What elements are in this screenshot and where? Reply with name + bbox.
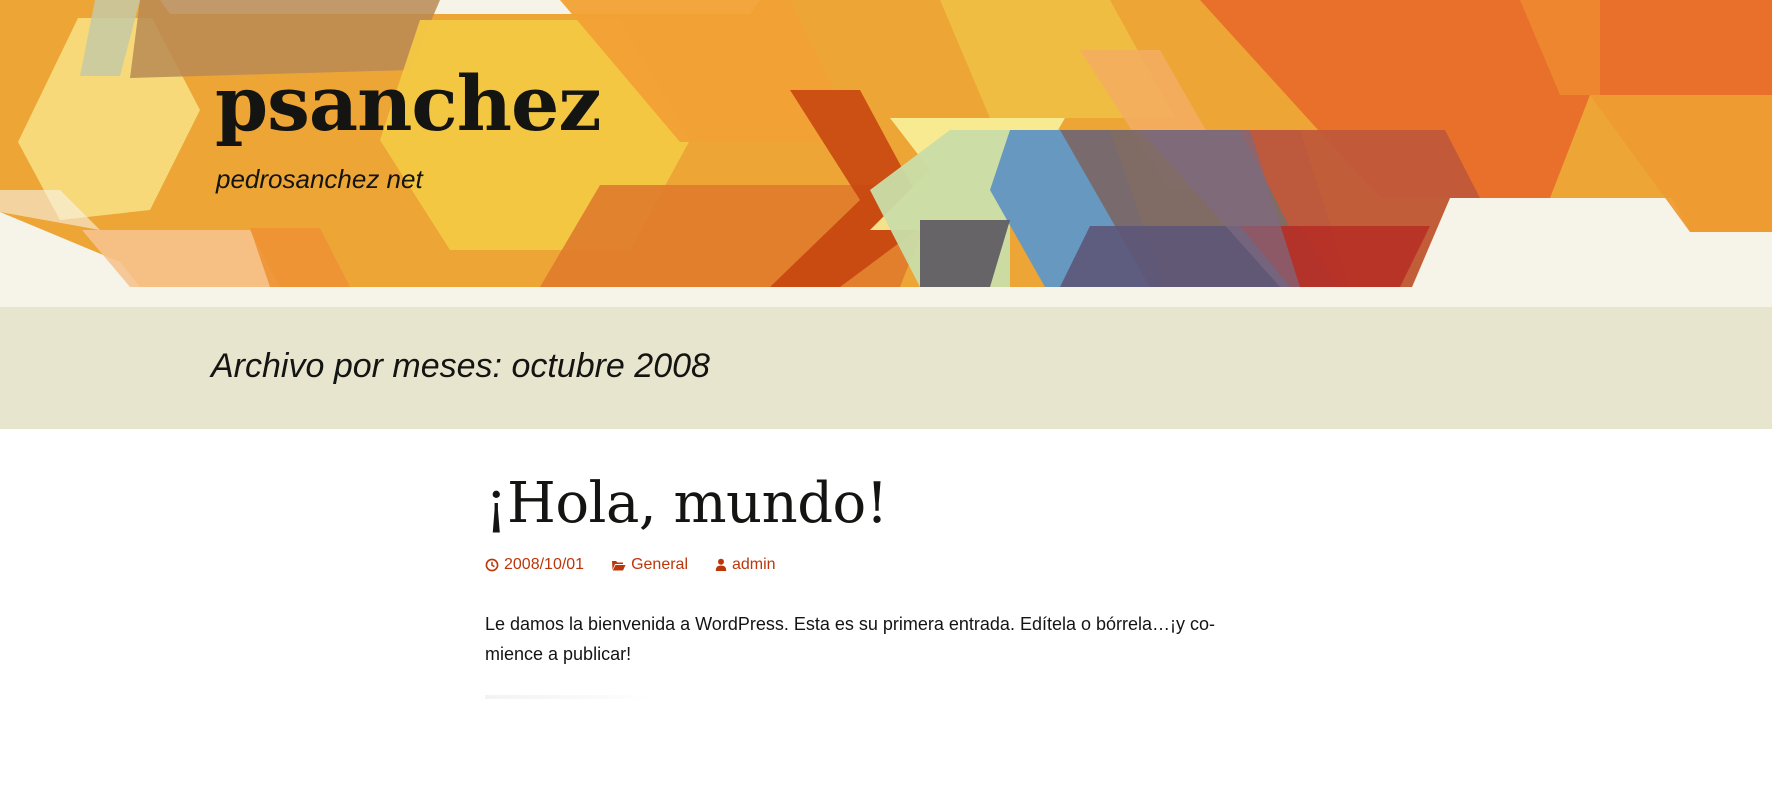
folder-icon	[612, 560, 626, 571]
post-content-line: mience a publicar!	[485, 644, 632, 665]
clock-icon	[485, 558, 499, 572]
archive-header: Archivo por meses: octubre 2008	[0, 307, 1772, 429]
header-banner-image	[0, 0, 1777, 307]
archive-title: Archivo por meses: octubre 2008	[211, 347, 710, 385]
post-entry: ¡Hola, mundo! 2008/10/01 General admin L…	[485, 470, 1245, 700]
post-category-link[interactable]: General	[611, 556, 688, 574]
site-header: psanchez pedrosanchez net	[0, 0, 1777, 307]
post-date[interactable]: 2008/10/01	[504, 556, 584, 574]
user-icon	[715, 558, 727, 572]
site-title[interactable]: psanchez	[215, 66, 601, 142]
site-description: pedrosanchez net	[216, 164, 423, 194]
post-footer-divider	[485, 695, 650, 700]
page-edge	[1772, 0, 1777, 812]
post-content-line: Le damos la bienvenida a WordPress. Esta…	[485, 614, 1216, 635]
post-content: Le damos la bienvenida a WordPress. Esta…	[485, 609, 1245, 669]
post-meta: 2008/10/01 General admin	[485, 553, 1245, 577]
post-date-link[interactable]: 2008/10/01	[485, 556, 584, 574]
post-author[interactable]: admin	[732, 556, 776, 574]
post-author-link[interactable]: admin	[715, 556, 776, 574]
post-title-link[interactable]: ¡Hola, mundo!	[485, 470, 1245, 537]
post-category[interactable]: General	[631, 556, 688, 574]
